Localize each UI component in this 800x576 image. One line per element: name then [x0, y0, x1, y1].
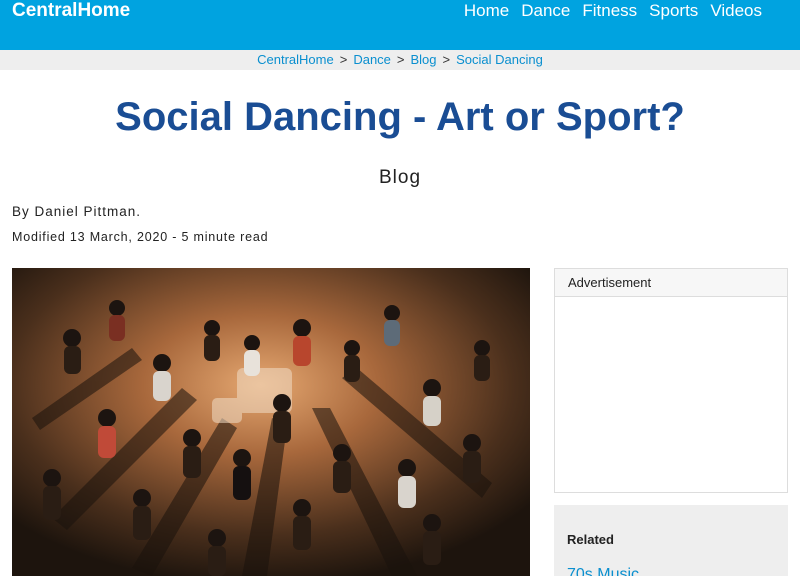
article-meta: Modified 13 March, 2020 - 5 minute read [12, 230, 269, 244]
article-byline: By Daniel Pittman. [12, 204, 142, 219]
main-nav: Home Dance Fitness Sports Videos [464, 0, 762, 22]
advertisement-panel: Advertisement [554, 268, 788, 493]
hero-image [12, 268, 530, 576]
breadcrumb-home[interactable]: CentralHome [257, 52, 334, 67]
breadcrumb-separator: > [396, 52, 405, 67]
breadcrumb-separator: > [339, 52, 348, 67]
page-title: Social Dancing - Art or Sport? [115, 95, 685, 139]
hero-photo-dancers [12, 268, 530, 576]
nav-dance[interactable]: Dance [521, 0, 570, 22]
brand-logo[interactable]: CentralHome [12, 0, 130, 22]
breadcrumb-separator: > [442, 52, 451, 67]
breadcrumb: CentralHome > Dance > Blog > Social Dancing [0, 50, 800, 70]
advertisement-label: Advertisement [555, 269, 787, 297]
nav-fitness[interactable]: Fitness [582, 0, 637, 22]
nav-videos[interactable]: Videos [710, 0, 762, 22]
related-link[interactable]: 70s Music [567, 566, 639, 576]
related-heading: Related [567, 532, 614, 547]
article-category: Blog [378, 167, 422, 188]
breadcrumb-dance[interactable]: Dance [353, 52, 391, 67]
top-navbar: CentralHome Home Dance Fitness Sports Vi… [0, 0, 800, 50]
breadcrumb-blog[interactable]: Blog [411, 52, 437, 67]
related-panel: Related 70s Music [554, 505, 788, 576]
breadcrumb-current[interactable]: Social Dancing [456, 52, 543, 67]
nav-sports[interactable]: Sports [649, 0, 698, 22]
nav-home[interactable]: Home [464, 0, 509, 22]
